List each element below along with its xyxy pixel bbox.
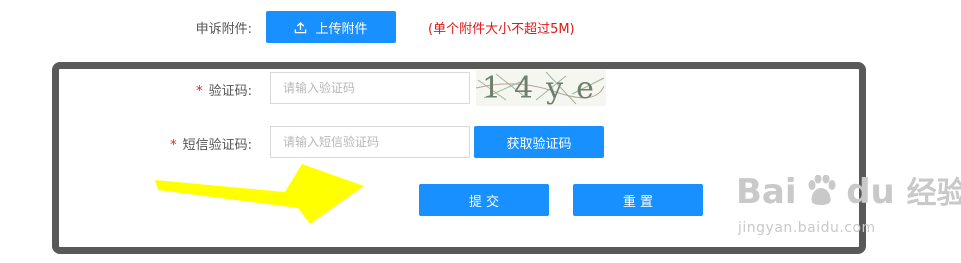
captcha-text: 14ye [482,71,606,106]
captcha-image[interactable]: 14ye [476,70,606,106]
sms-code-input[interactable] [270,126,470,158]
watermark-url: jingyan.baidu.com [738,220,876,236]
arrow-annotation [155,164,364,224]
attachment-size-note: (单个附件大小不超过5M) [428,22,575,37]
captcha-label: 验证码: [208,84,252,99]
watermark-brand: Bai [736,172,797,212]
upload-attachment-button[interactable]: 上传附件 [266,11,396,43]
captcha-input[interactable] [270,72,470,104]
paw-icon [808,174,836,205]
baidu-watermark: Bai du 经验 jingyan.baidu.com [736,172,961,242]
sms-label: 短信验证码: [182,138,252,153]
upload-button-label: 上传附件 [315,21,368,37]
reset-button[interactable]: 重 置 [573,184,703,216]
get-code-button[interactable]: 获取验证码 [474,126,604,158]
submit-button[interactable]: 提 交 [419,184,549,216]
sms-label-row: * 短信验证码: [150,134,252,153]
attachment-label: 申诉附件: [195,22,252,37]
upload-icon [294,21,307,34]
required-mark: * [196,84,203,99]
captcha-label-row: * 验证码: [150,80,252,99]
watermark-suffix: 经验 [906,176,961,211]
watermark-brand-2: du [846,172,895,212]
required-mark: * [170,138,177,153]
